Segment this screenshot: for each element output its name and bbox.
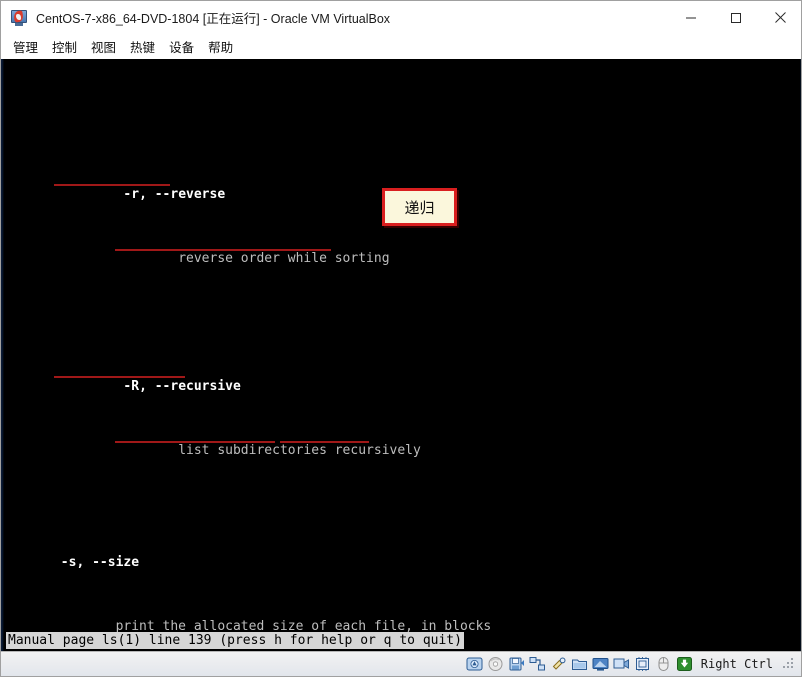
network-icon[interactable] [529, 656, 546, 672]
floppy-disk-icon[interactable] [508, 656, 525, 672]
terminal-man-page: -r, --reverse reverse order while sortin… [6, 59, 800, 651]
optical-disk-icon[interactable] [487, 656, 504, 672]
vm-display[interactable]: -r, --reverse reverse order while sortin… [1, 59, 801, 651]
mouse-icon[interactable] [655, 656, 672, 672]
minimize-button[interactable] [668, 1, 713, 34]
resize-grip[interactable] [783, 658, 795, 670]
annotation-callout-recursive: 递归 [382, 188, 457, 226]
menu-item-control[interactable]: 控制 [45, 35, 84, 58]
menu-item-manage[interactable]: 管理 [6, 35, 45, 58]
window-title: CentOS-7-x86_64-DVD-1804 [正在运行] - Oracle… [36, 12, 391, 26]
virtualbox-icon [11, 9, 27, 26]
maximize-button[interactable] [713, 1, 758, 34]
display-icon[interactable] [592, 656, 609, 672]
virtualbox-status-bar: Right Ctrl [1, 651, 801, 676]
virtualbox-window: CentOS-7-x86_64-DVD-1804 [正在运行] - Oracle… [0, 0, 802, 677]
host-key-icon[interactable] [676, 656, 693, 672]
title-bar: CentOS-7-x86_64-DVD-1804 [正在运行] - Oracle… [1, 1, 801, 34]
window-controls [668, 1, 801, 34]
terminal-line: list subdirectories recursively [68, 441, 421, 458]
terminal-line: -s, --size [6, 555, 140, 570]
annotation-callout-text: 递归 [404, 198, 435, 217]
less-status-line: Manual page ls(1) line 139 (press h for … [6, 632, 464, 649]
menu-item-view[interactable]: 视图 [84, 35, 123, 58]
close-button[interactable] [758, 1, 801, 34]
menu-item-hotkey[interactable]: 热键 [123, 35, 162, 58]
video-capture-icon[interactable] [613, 656, 630, 672]
terminal-line: -r, --reverse [6, 171, 800, 202]
menu-item-help[interactable]: 帮助 [201, 35, 240, 58]
terminal-line: reverse order while sorting [68, 249, 390, 266]
vm-screen-left-edge [1, 59, 4, 651]
usb-icon[interactable] [550, 656, 567, 672]
hard-disk-icon[interactable] [466, 656, 483, 672]
menu-bar: 管理 控制 视图 热键 设备 帮助 [1, 34, 801, 59]
shared-folder-icon[interactable] [571, 656, 588, 672]
host-key-label: Right Ctrl [700, 657, 773, 671]
terminal-line: -R, --recursive [6, 363, 800, 394]
cpu-icon[interactable] [634, 656, 651, 672]
menu-item-devices[interactable]: 设备 [162, 35, 201, 58]
